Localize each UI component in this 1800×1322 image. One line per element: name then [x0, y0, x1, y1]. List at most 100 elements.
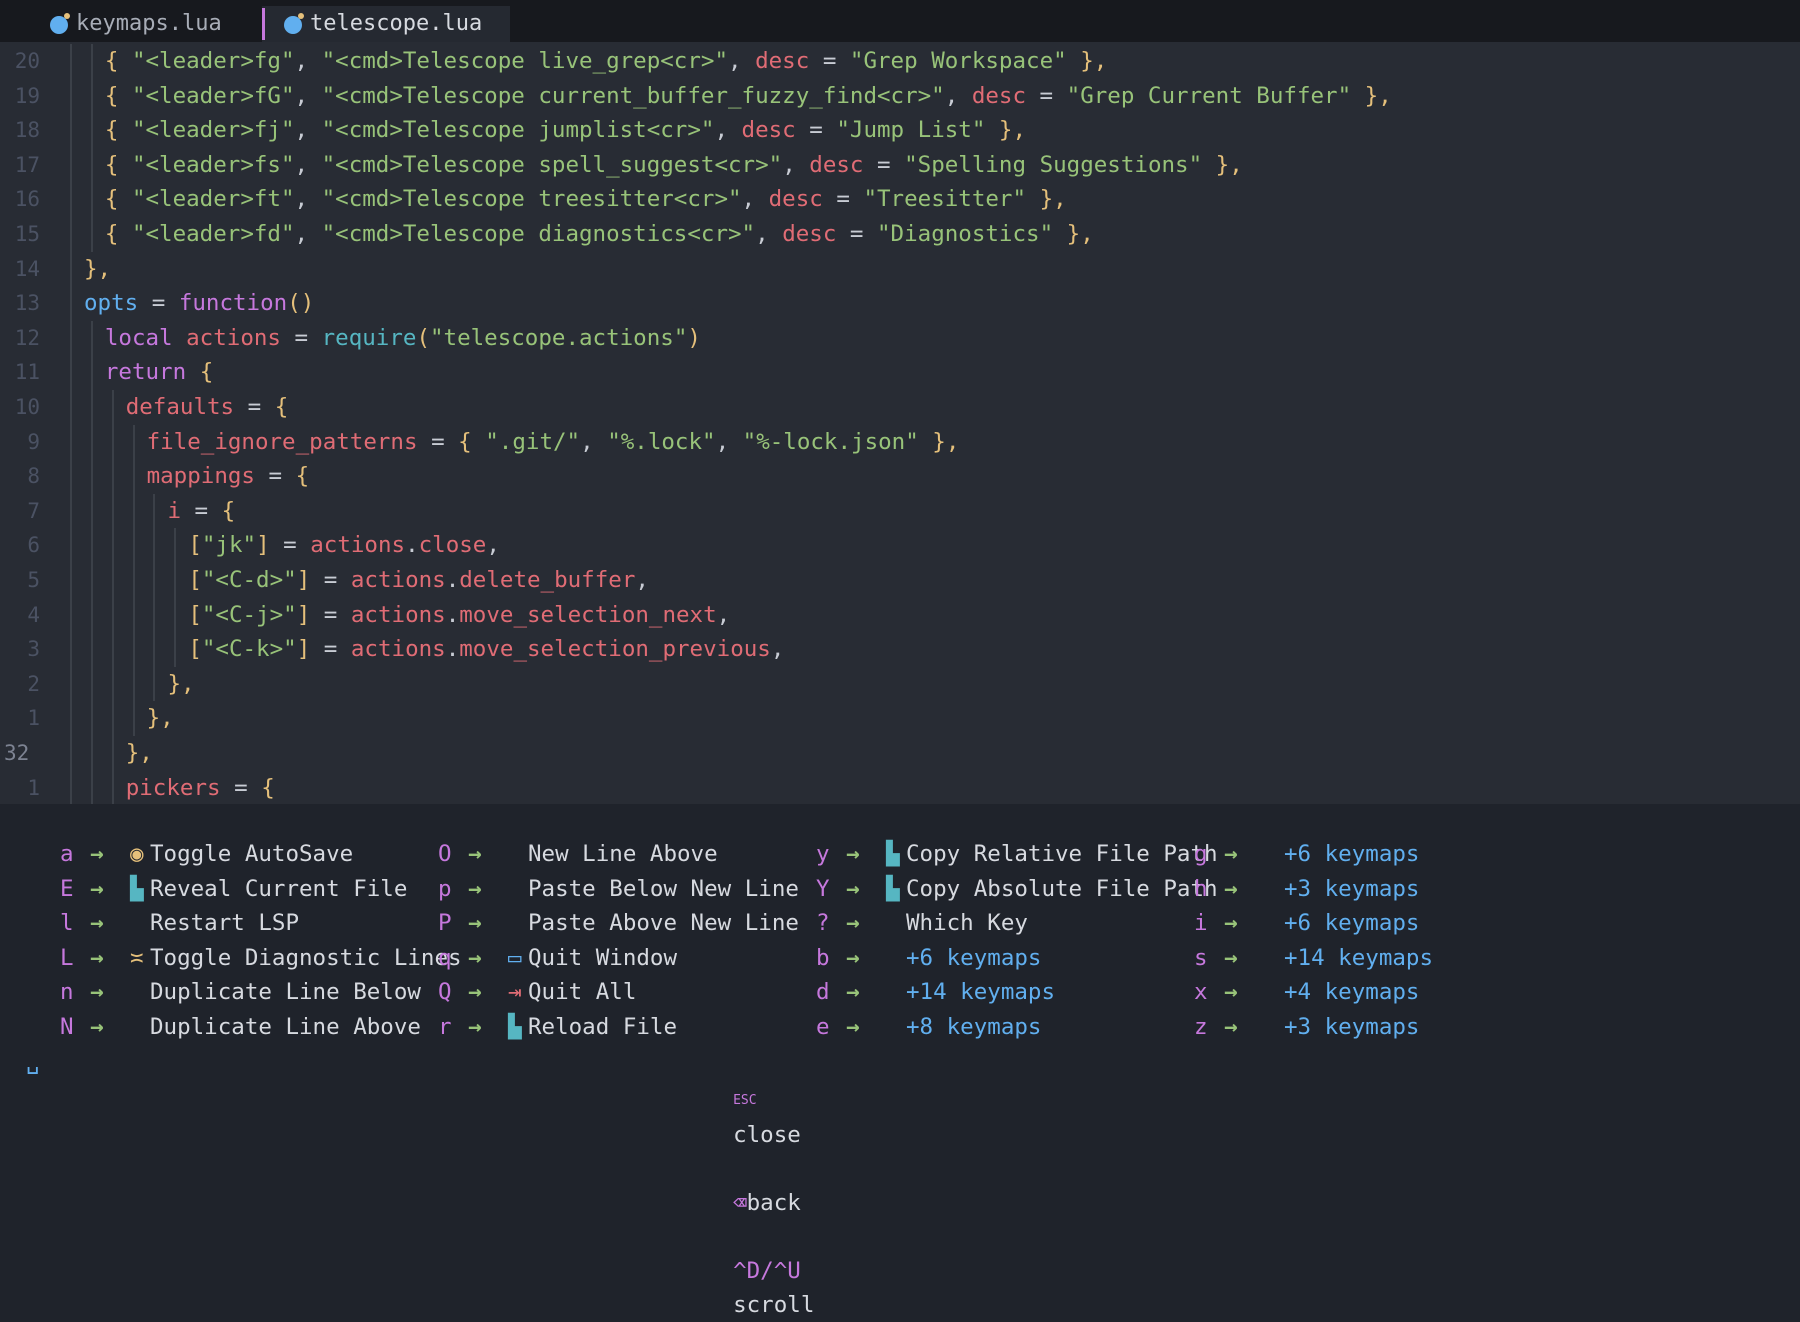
code-line[interactable]: 1 pickers = {: [0, 770, 1800, 806]
which-key-item[interactable]: z → +3 keymaps: [1194, 1010, 1419, 1045]
arrow-right-icon: →: [90, 979, 104, 1006]
code-line[interactable]: 17 { "<leader>fs", "<cmd>Telescope spell_…: [0, 147, 1800, 183]
indent-guide: [70, 736, 72, 771]
back-label[interactable]: back: [747, 1190, 801, 1216]
code-line[interactable]: 3 ["<C-k>"] = actions.move_selection_prev…: [0, 632, 1800, 667]
which-key-item[interactable]: e → +8 keymaps: [816, 1010, 1041, 1045]
which-key-desc: Quit Window: [528, 944, 678, 971]
code-line[interactable]: 9 file_ignore_patterns = { ".git/", "%.lo…: [0, 424, 1800, 460]
which-key-key: P: [438, 910, 452, 937]
which-key-item[interactable]: a → ◉ Toggle AutoSave: [60, 837, 353, 872]
code-line[interactable]: 18 { "<leader>fj", "<cmd>Telescope jumpli…: [0, 113, 1800, 148]
which-key-item[interactable]: s → +14 keymaps: [1194, 941, 1433, 976]
code-token: desc: [755, 48, 810, 74]
code-line[interactable]: 20 { "<leader>fg", "<cmd>Telescope live_g…: [0, 44, 1800, 79]
code-line[interactable]: 1},: [0, 701, 1800, 736]
which-key-item[interactable]: d → +14 keymaps: [816, 975, 1055, 1010]
code-line[interactable]: 16 { "<leader>ft", "<cmd>Telescope treesi…: [0, 182, 1800, 217]
code-token: "<cmd>Telescope treesitter<cr>": [321, 186, 742, 213]
code-line[interactable]: 14},: [0, 251, 1800, 287]
which-key-item[interactable]: r → ▙ Reload File: [438, 1010, 677, 1045]
code-editor[interactable]: 20 { "<leader>fg", "<cmd>Telescope live_g…: [0, 42, 1800, 806]
code-token: =: [417, 428, 459, 455]
code-text: { "<leader>fd", "<cmd>Telescope diagnost…: [105, 217, 1094, 252]
indent-guide: [90, 666, 93, 702]
code-line[interactable]: 11 return {: [0, 355, 1800, 390]
tab-telescope[interactable]: telescope.lua: [262, 6, 510, 42]
which-key-item[interactable]: l → Restart LSP: [60, 906, 299, 941]
code-token: ".git/": [485, 428, 581, 455]
which-key-item[interactable]: q → ▭ Quit Window: [438, 941, 677, 976]
code-token: ,: [294, 82, 322, 109]
code-token: .: [405, 532, 419, 559]
code-token: opts: [84, 290, 139, 317]
code-token: ,: [715, 428, 743, 455]
which-key-item[interactable]: n → Duplicate Line Below: [60, 975, 421, 1010]
code-line[interactable]: 15 { "<leader>fd", "<cmd>Telescope diagno…: [0, 217, 1800, 252]
code-token: ,: [294, 151, 322, 178]
which-key-item[interactable]: i → +6 keymaps: [1194, 906, 1419, 941]
which-key-item[interactable]: L → ≍ Toggle Diagnostic Lines: [60, 941, 462, 976]
code-line[interactable]: 6 ["jk"] = actions.close,: [0, 528, 1800, 563]
code-token: ): [687, 324, 701, 351]
code-token: ,: [580, 428, 608, 455]
code-token: pickers: [125, 774, 221, 801]
code-text: mappings = {: [147, 459, 310, 494]
which-key-item[interactable]: y → ▙ Copy Relative File Path: [816, 837, 1218, 872]
code-token: ,: [294, 186, 322, 213]
code-token: actions: [310, 532, 406, 559]
which-key-item[interactable]: E → ▙ Reveal Current File: [60, 872, 407, 907]
which-key-item[interactable]: N → Duplicate Line Above: [60, 1010, 421, 1045]
which-key-item[interactable]: O → New Line Above: [438, 837, 718, 872]
code-token: close: [418, 532, 487, 559]
tab-keymaps[interactable]: keymaps.lua: [28, 6, 264, 42]
code-line[interactable]: 8 mappings = {: [0, 459, 1800, 494]
code-token: {: [104, 186, 132, 213]
which-key-item[interactable]: h → +3 keymaps: [1194, 872, 1419, 907]
lua-file-icon: [50, 13, 70, 34]
code-token: "Diagnostics": [877, 221, 1054, 247]
arrow-right-icon: →: [846, 979, 860, 1006]
indent-guide: [90, 147, 93, 183]
which-key-key: ?: [816, 910, 830, 937]
icon-spacer: [1264, 906, 1284, 941]
code-token: },: [985, 117, 1027, 144]
exit-icon: ⇥: [508, 979, 522, 1006]
which-key-item[interactable]: p → Paste Below New Line: [438, 872, 799, 907]
code-line[interactable]: 10 defaults = {: [0, 390, 1800, 425]
code-line[interactable]: 2},: [0, 666, 1800, 702]
code-line[interactable]: 12 local actions = require("telescope.act…: [0, 320, 1800, 356]
which-key-item[interactable]: Y → ▙ Copy Absolute File Path: [816, 872, 1218, 907]
which-key-item[interactable]: Q → ⇥ Quit All: [438, 975, 636, 1010]
which-key-item[interactable]: P → Paste Above New Line: [438, 906, 799, 941]
line-number: 15: [14, 222, 40, 246]
code-token: {: [104, 221, 132, 247]
code-line[interactable]: 13 opts = function(): [0, 286, 1800, 321]
which-key-key: r: [438, 1014, 452, 1040]
code-token: },: [1351, 82, 1392, 109]
indent-guide: [132, 632, 135, 667]
code-token: ,: [782, 151, 810, 178]
which-key-item[interactable]: ? → Which Key: [816, 906, 1028, 941]
code-line[interactable]: 7 i = {: [0, 493, 1800, 529]
code-line[interactable]: 5 ["<C-d>"] = actions.delete_buffer,: [0, 563, 1800, 598]
tab-label: telescope.lua: [310, 11, 483, 36]
code-text: { "<leader>ft", "<cmd>Telescope treesitt…: [105, 182, 1067, 217]
code-line[interactable]: 19 { "<leader>fG", "<cmd>Telescope curren…: [0, 78, 1800, 114]
scroll-label[interactable]: scroll: [733, 1292, 814, 1318]
close-label[interactable]: close: [733, 1122, 801, 1148]
which-key-key: x: [1194, 979, 1208, 1006]
code-line[interactable]: 32},: [0, 736, 1800, 771]
which-key-key: d: [816, 979, 830, 1006]
which-key-item[interactable]: b → +6 keymaps: [816, 941, 1041, 976]
code-token: "<cmd>Telescope spell_suggest<cr>": [321, 151, 783, 178]
code-token: ,: [944, 82, 972, 109]
arrow-right-icon: →: [1224, 944, 1238, 971]
which-key-key: E: [60, 875, 74, 902]
which-key-item[interactable]: g → +6 keymaps: [1194, 837, 1419, 872]
indent-guide: [90, 563, 93, 598]
code-line[interactable]: 4 ["<C-j>"] = actions.move_selection_next…: [0, 597, 1800, 633]
which-key-item[interactable]: x → +4 keymaps: [1194, 975, 1419, 1010]
line-number: 9: [27, 429, 40, 454]
which-key-key: y: [816, 841, 830, 867]
